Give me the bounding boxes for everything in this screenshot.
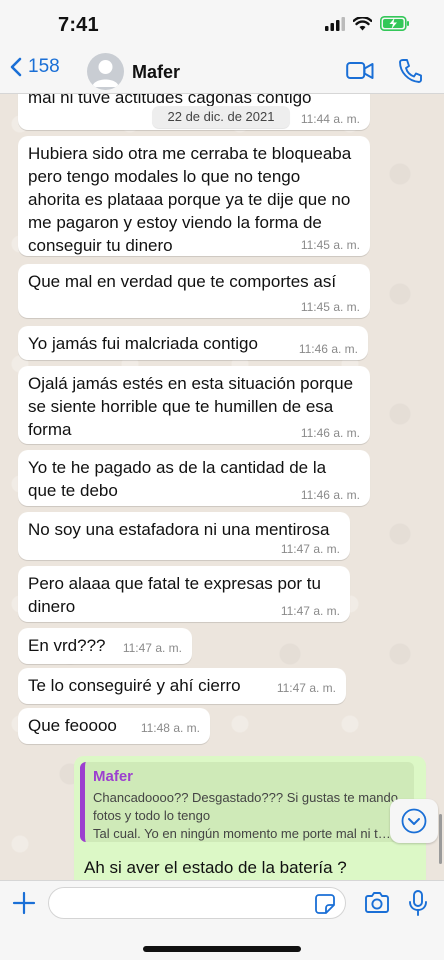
message-bubble[interactable]: Que feoooo 11:48 a. m. — [18, 708, 210, 744]
status-bar: 7:41 — [0, 0, 444, 52]
microphone-icon[interactable] — [408, 890, 428, 916]
unread-count: 158 — [28, 56, 60, 77]
message-text: Ah si aver el estado de la batería ? — [84, 858, 347, 877]
message-text: No soy una estafadora ni una mentirosa — [28, 520, 330, 539]
message-time: 11:46 a. m. — [298, 342, 358, 356]
chevron-down-icon — [401, 808, 427, 834]
message-bubble[interactable]: En vrd??? 11:47 a. m. — [18, 628, 192, 664]
message-time: 11:48 a. m. — [140, 721, 200, 735]
signal-icon — [325, 16, 345, 31]
message-time: 11:44 a. m. — [300, 112, 360, 126]
avatar[interactable] — [87, 53, 124, 90]
message-bubble[interactable]: Yo te he pagado as de la cantidad de la … — [18, 450, 370, 506]
chevron-left-icon — [10, 57, 22, 77]
quote-text: Chancadoooo?? Desgastado??? Si gustas te… — [93, 790, 398, 841]
battery-charging-icon — [380, 16, 409, 31]
scroll-to-bottom-button[interactable] — [390, 799, 438, 843]
message-time: 11:47 a. m. — [280, 604, 340, 618]
message-time: 11:46 a. m. — [300, 426, 360, 440]
message-time: 11:45 a. m. — [300, 300, 360, 314]
sticker-icon[interactable] — [314, 893, 336, 915]
message-input[interactable] — [48, 887, 346, 919]
contact-name[interactable]: Mafer — [132, 62, 180, 83]
message-text: Que mal en verdad que te comportes así — [28, 272, 337, 291]
quoted-message[interactable]: Mafer Chancadoooo?? Desgastado??? Si gus… — [80, 762, 414, 842]
message-bubble[interactable]: Que mal en verdad que te comportes así 1… — [18, 264, 370, 318]
status-time: 7:41 — [58, 14, 99, 36]
message-bubble[interactable]: Pero alaaa que fatal te expresas por tu … — [18, 566, 350, 622]
message-time: 11:45 a. m. — [300, 238, 360, 252]
phone-call-icon[interactable] — [398, 58, 422, 84]
home-indicator — [143, 946, 301, 952]
outgoing-message-bubble[interactable]: Mafer Chancadoooo?? Desgastado??? Si gus… — [74, 756, 426, 880]
camera-icon[interactable] — [364, 891, 390, 915]
message-bubble[interactable]: Hubiera sido otra me cerraba te bloqueab… — [18, 136, 370, 256]
back-button[interactable]: 158 — [10, 56, 60, 78]
message-time: 11:47 a. m. — [280, 542, 340, 556]
message-time: 11:47 a. m. — [276, 681, 336, 695]
message-bubble[interactable]: No soy una estafadora ni una mentirosa 1… — [18, 512, 350, 560]
default-avatar-icon — [92, 60, 119, 87]
message-bubble[interactable]: Ojalá jamás estés en esta situación porq… — [18, 366, 370, 444]
message-time: 11:47 a. m. — [122, 641, 182, 655]
message-bubble[interactable]: Te lo conseguiré y ahí cierro 11:47 a. m… — [18, 668, 346, 704]
wifi-icon — [353, 16, 372, 30]
chat-area[interactable]: mal ni tuve actitudes cagonas contigo 11… — [0, 94, 444, 880]
date-separator: 22 de dic. de 2021 — [152, 106, 290, 128]
plus-icon[interactable] — [12, 891, 36, 915]
status-icons — [325, 16, 410, 31]
video-call-icon[interactable] — [346, 60, 374, 82]
message-time: 11:46 a. m. — [300, 488, 360, 502]
quote-author: Mafer — [93, 768, 134, 785]
scrollbar[interactable] — [439, 814, 442, 864]
input-bar — [0, 880, 444, 960]
message-bubble[interactable]: Yo jamás fui malcriada contigo 11:46 a. … — [18, 326, 368, 360]
chat-header: 158 Mafer — [0, 52, 444, 94]
